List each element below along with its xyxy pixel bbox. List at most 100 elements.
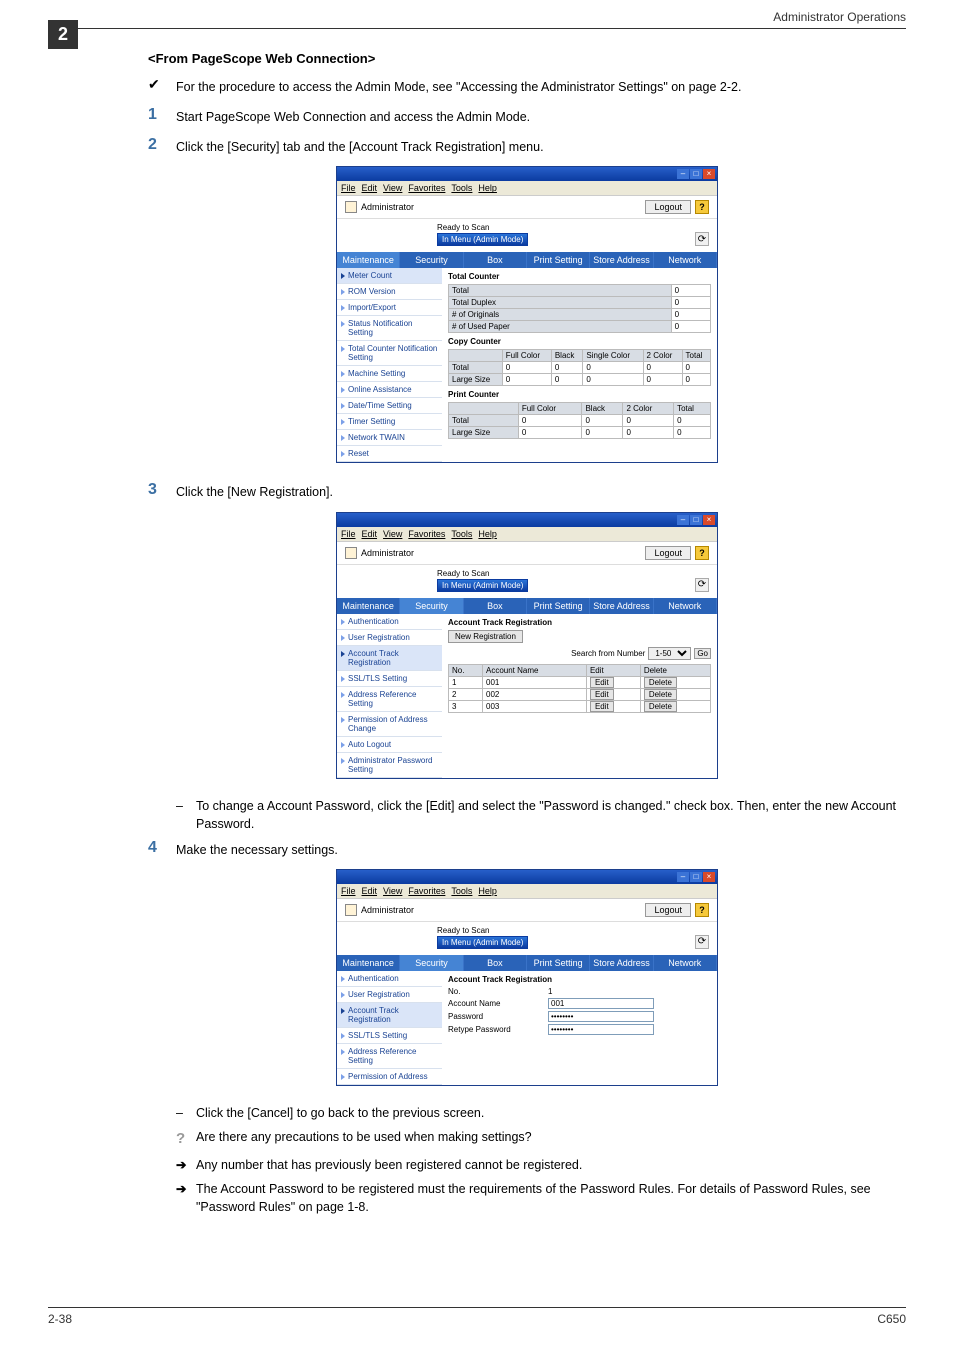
sidebar-item-perm-addr-change[interactable]: Permission of Address Change xyxy=(337,712,442,737)
sidebar-item-account-track-reg[interactable]: Account Track Registration xyxy=(337,1003,442,1028)
minimize-icon[interactable]: – xyxy=(677,169,689,179)
close-icon[interactable]: × xyxy=(703,515,715,525)
refresh-icon[interactable]: ⟳ xyxy=(695,578,709,592)
menubar: File Edit View Favorites Tools Help xyxy=(337,181,717,196)
sidebar-item-auto-logout[interactable]: Auto Logout xyxy=(337,737,442,753)
sidebar-item-perm-addr[interactable]: Permission of Address xyxy=(337,1069,442,1085)
screenshot-3-window: – □ × File Edit View Favorites Tools Hel… xyxy=(336,869,718,1086)
tab-box[interactable]: Box xyxy=(464,252,527,268)
go-button[interactable]: Go xyxy=(694,648,711,659)
menu-help[interactable]: Help xyxy=(478,886,497,896)
menu-tools[interactable]: Tools xyxy=(451,886,472,896)
sidebar-item-rom-version[interactable]: ROM Version xyxy=(337,284,442,300)
sidebar-item-network-twain[interactable]: Network TWAIN xyxy=(337,430,442,446)
titlebar: – □ × xyxy=(337,167,717,181)
menu-favorites[interactable]: Favorites xyxy=(408,886,445,896)
pw-label: Password xyxy=(448,1012,548,1021)
sidebar-item-authentication[interactable]: Authentication xyxy=(337,971,442,987)
tab-box[interactable]: Box xyxy=(464,955,527,971)
step-3-num: 3 xyxy=(148,481,176,499)
tab-maintenance[interactable]: Maintenance xyxy=(337,598,400,614)
tab-network[interactable]: Network xyxy=(654,955,717,971)
menu-help[interactable]: Help xyxy=(478,529,497,539)
sidebar-item-ssl-tls[interactable]: SSL/TLS Setting xyxy=(337,671,442,687)
refresh-icon[interactable]: ⟳ xyxy=(695,935,709,949)
maximize-icon[interactable]: □ xyxy=(690,872,702,882)
menu-file[interactable]: File xyxy=(341,886,356,896)
menu-edit[interactable]: Edit xyxy=(362,886,378,896)
step-2-num: 2 xyxy=(148,136,176,154)
logout-button[interactable]: Logout xyxy=(645,200,691,214)
search-range-select[interactable]: 1-50 xyxy=(648,647,691,660)
sidebar-item-status-notif[interactable]: Status Notification Setting xyxy=(337,316,442,341)
menu-help[interactable]: Help xyxy=(478,183,497,193)
account-name-input[interactable] xyxy=(548,998,654,1009)
sidebar-item-total-counter-notif[interactable]: Total Counter Notification Setting xyxy=(337,341,442,366)
new-registration-button[interactable]: New Registration xyxy=(448,630,523,643)
help-button[interactable]: ? xyxy=(695,546,709,560)
tab-maintenance[interactable]: Maintenance xyxy=(337,955,400,971)
menu-file[interactable]: File xyxy=(341,529,356,539)
sidebar-item-date-time[interactable]: Date/Time Setting xyxy=(337,398,442,414)
menu-view[interactable]: View xyxy=(383,183,402,193)
tab-network[interactable]: Network xyxy=(654,598,717,614)
tab-print-setting[interactable]: Print Setting xyxy=(527,252,590,268)
sidebar-item-account-track-reg[interactable]: Account Track Registration xyxy=(337,646,442,671)
sidebar-item-user-reg[interactable]: User Registration xyxy=(337,987,442,1003)
tab-print-setting[interactable]: Print Setting xyxy=(527,955,590,971)
sidebar-item-admin-pw[interactable]: Administrator Password Setting xyxy=(337,753,442,778)
menu-file[interactable]: File xyxy=(341,183,356,193)
sidebar-item-authentication[interactable]: Authentication xyxy=(337,614,442,630)
sidebar-item-meter-count[interactable]: Meter Count xyxy=(337,268,442,284)
delete-button[interactable]: Delete xyxy=(644,701,677,712)
logout-button[interactable]: Logout xyxy=(645,546,691,560)
menu-view[interactable]: View xyxy=(383,886,402,896)
edit-button[interactable]: Edit xyxy=(590,689,614,700)
status-location: In Menu (Admin Mode) xyxy=(437,233,528,246)
menu-edit[interactable]: Edit xyxy=(362,529,378,539)
sidebar-item-addr-ref[interactable]: Address Reference Setting xyxy=(337,687,442,712)
edit-button[interactable]: Edit xyxy=(590,701,614,712)
maximize-icon[interactable]: □ xyxy=(690,169,702,179)
menu-favorites[interactable]: Favorites xyxy=(408,183,445,193)
tab-security[interactable]: Security xyxy=(400,955,463,971)
password-input[interactable] xyxy=(548,1011,654,1022)
close-icon[interactable]: × xyxy=(703,872,715,882)
sidebar-item-timer[interactable]: Timer Setting xyxy=(337,414,442,430)
delete-button[interactable]: Delete xyxy=(644,677,677,688)
menu-tools[interactable]: Tools xyxy=(451,529,472,539)
sidebar-item-reset[interactable]: Reset xyxy=(337,446,442,462)
tab-print-setting[interactable]: Print Setting xyxy=(527,598,590,614)
sidebar-item-ssl-tls[interactable]: SSL/TLS Setting xyxy=(337,1028,442,1044)
tab-store-address[interactable]: Store Address xyxy=(590,252,653,268)
tab-network[interactable]: Network xyxy=(654,252,717,268)
minimize-icon[interactable]: – xyxy=(677,872,689,882)
tab-store-address[interactable]: Store Address xyxy=(590,598,653,614)
delete-button[interactable]: Delete xyxy=(644,689,677,700)
tab-store-address[interactable]: Store Address xyxy=(590,955,653,971)
close-icon[interactable]: × xyxy=(703,169,715,179)
sidebar-item-online-assistance[interactable]: Online Assistance xyxy=(337,382,442,398)
menu-favorites[interactable]: Favorites xyxy=(408,529,445,539)
menu-edit[interactable]: Edit xyxy=(362,183,378,193)
tab-box[interactable]: Box xyxy=(464,598,527,614)
sidebar-item-addr-ref[interactable]: Address Reference Setting xyxy=(337,1044,442,1069)
tab-maintenance[interactable]: Maintenance xyxy=(337,252,400,268)
help-button[interactable]: ? xyxy=(695,200,709,214)
sidebar-item-machine-setting[interactable]: Machine Setting xyxy=(337,366,442,382)
sidebar-item-import-export[interactable]: Import/Export xyxy=(337,300,442,316)
maximize-icon[interactable]: □ xyxy=(690,515,702,525)
logout-button[interactable]: Logout xyxy=(645,903,691,917)
help-button[interactable]: ? xyxy=(695,903,709,917)
menu-view[interactable]: View xyxy=(383,529,402,539)
tab-security[interactable]: Security xyxy=(400,252,463,268)
retype-password-input[interactable] xyxy=(548,1024,654,1035)
menu-tools[interactable]: Tools xyxy=(451,183,472,193)
edit-button[interactable]: Edit xyxy=(590,677,614,688)
refresh-icon[interactable]: ⟳ xyxy=(695,232,709,246)
sidebar-item-user-reg[interactable]: User Registration xyxy=(337,630,442,646)
no-value: 1 xyxy=(548,987,552,996)
tab-security[interactable]: Security xyxy=(400,598,463,614)
post-note-cancel: Click the [Cancel] to go back to the pre… xyxy=(196,1104,484,1122)
minimize-icon[interactable]: – xyxy=(677,515,689,525)
